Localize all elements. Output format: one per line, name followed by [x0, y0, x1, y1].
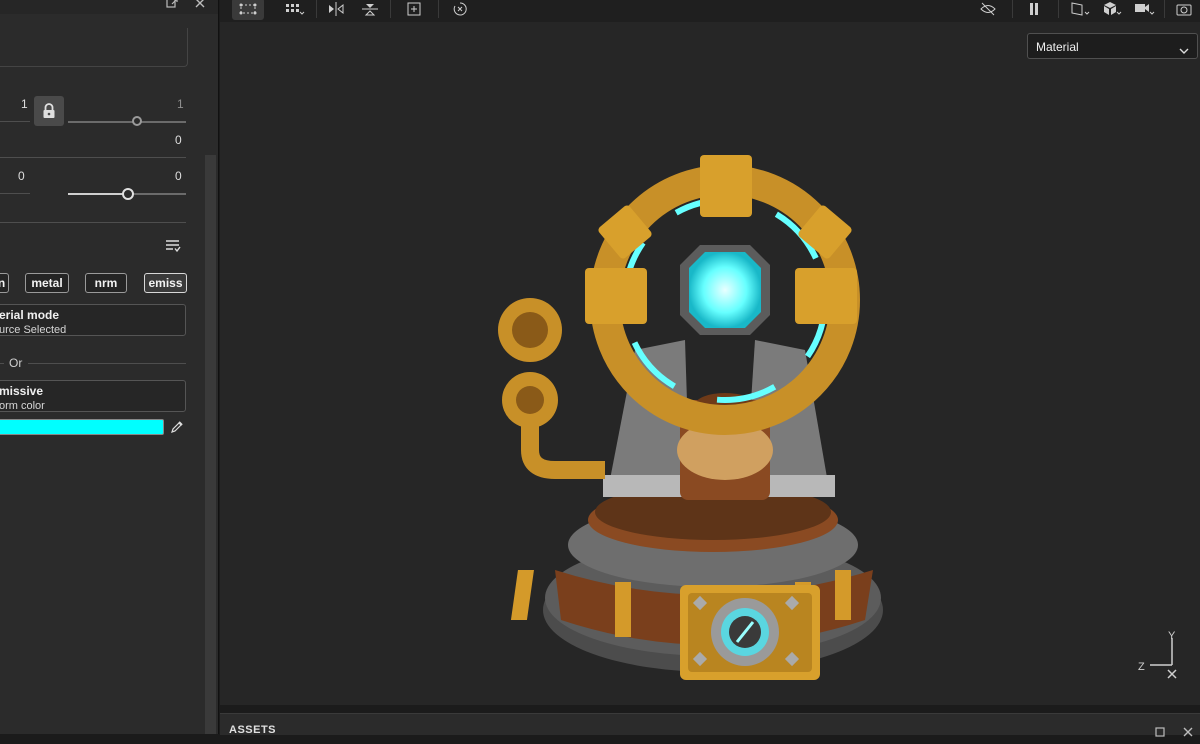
mirror-x-icon[interactable] — [324, 0, 348, 20]
close-icon[interactable] — [1182, 726, 1194, 744]
scale-slider-track[interactable] — [68, 121, 186, 123]
mirror-y-icon[interactable] — [358, 0, 382, 20]
axis-gizmo: Y Z — [1138, 630, 1177, 679]
toolbar-separator — [390, 0, 391, 18]
scrollbar[interactable] — [205, 155, 216, 734]
offset-right-value[interactable]: 0 — [175, 169, 182, 183]
offset-left-value[interactable]: 0 — [18, 169, 25, 183]
offset-slider-fill — [68, 193, 126, 195]
properties-header — [0, 0, 218, 14]
toolbar-separator — [438, 0, 439, 18]
divider — [0, 222, 186, 223]
popout-icon[interactable] — [166, 0, 178, 13]
material-mode-value: urce Selected — [0, 324, 67, 336]
display-mode-select[interactable]: Material — [1027, 33, 1198, 59]
close-icon[interactable] — [194, 0, 206, 13]
divider — [0, 157, 186, 158]
material-mode-select[interactable]: erial mode urce Selected — [0, 304, 186, 336]
popout-icon[interactable] — [1155, 726, 1167, 744]
emissive-title: missive — [0, 384, 44, 398]
video-camera-icon[interactable] — [1132, 0, 1158, 20]
toolbar-separator — [1012, 0, 1013, 18]
filter-list-icon[interactable] — [164, 237, 182, 255]
or-label: Or — [9, 356, 23, 370]
channel-button-emiss[interactable]: emiss — [144, 273, 187, 293]
eyedropper-icon[interactable] — [170, 420, 184, 434]
grid-snap-icon[interactable] — [280, 0, 310, 20]
toolbar-separator — [1058, 0, 1059, 18]
screenshot-icon[interactable] — [1172, 0, 1196, 20]
channel-button-metal[interactable]: metal — [25, 273, 69, 293]
emissive-value: orm color — [0, 400, 45, 412]
offset-slider-thumb[interactable] — [122, 188, 134, 200]
scale-left-value[interactable]: 1 — [21, 97, 28, 111]
or-divider-line — [0, 363, 4, 364]
properties-panel: 1 1 0 0 0 n metal nrm emiss erial mode u… — [0, 0, 219, 734]
toolbar-separator — [316, 0, 317, 18]
display-mode-value: Material — [1036, 40, 1079, 54]
offset-left-track[interactable] — [0, 193, 30, 194]
material-mode-title: erial mode — [0, 308, 60, 322]
axis-label-y: Y — [1168, 630, 1176, 642]
axis-label-z: Z — [1138, 661, 1145, 673]
visibility-off-icon[interactable] — [976, 0, 1000, 20]
channel-button-nrm[interactable]: nrm — [85, 273, 127, 293]
frame-selection-icon[interactable] — [402, 0, 426, 20]
camera-perspective-icon[interactable] — [1068, 0, 1094, 20]
lock-button[interactable] — [34, 96, 64, 126]
or-divider-line — [28, 363, 186, 364]
emissive-mode-select[interactable]: missive orm color — [0, 380, 186, 412]
viewport-toolbar — [220, 0, 1200, 22]
toolbar-separator — [1164, 0, 1165, 18]
channel-button-n[interactable]: n — [0, 273, 9, 293]
lock-icon — [43, 103, 55, 118]
scale-below-value[interactable]: 0 — [175, 133, 182, 147]
assets-title[interactable]: ASSETS — [229, 724, 276, 736]
transform-gizmo-icon[interactable] — [232, 0, 264, 20]
chevron-down-icon — [1179, 42, 1189, 60]
reset-view-icon[interactable] — [448, 0, 472, 20]
model-preview[interactable] — [495, 150, 915, 685]
scale-left-track[interactable] — [0, 121, 30, 122]
emissive-color-swatch[interactable] — [0, 419, 164, 435]
pause-icon[interactable] — [1022, 0, 1046, 20]
assets-panel: ASSETS — [220, 713, 1200, 737]
top-field[interactable] — [0, 28, 188, 67]
cube-view-icon[interactable] — [1100, 0, 1126, 20]
scale-slider-thumb[interactable] — [132, 116, 142, 126]
scale-right-value[interactable]: 1 — [177, 97, 184, 111]
